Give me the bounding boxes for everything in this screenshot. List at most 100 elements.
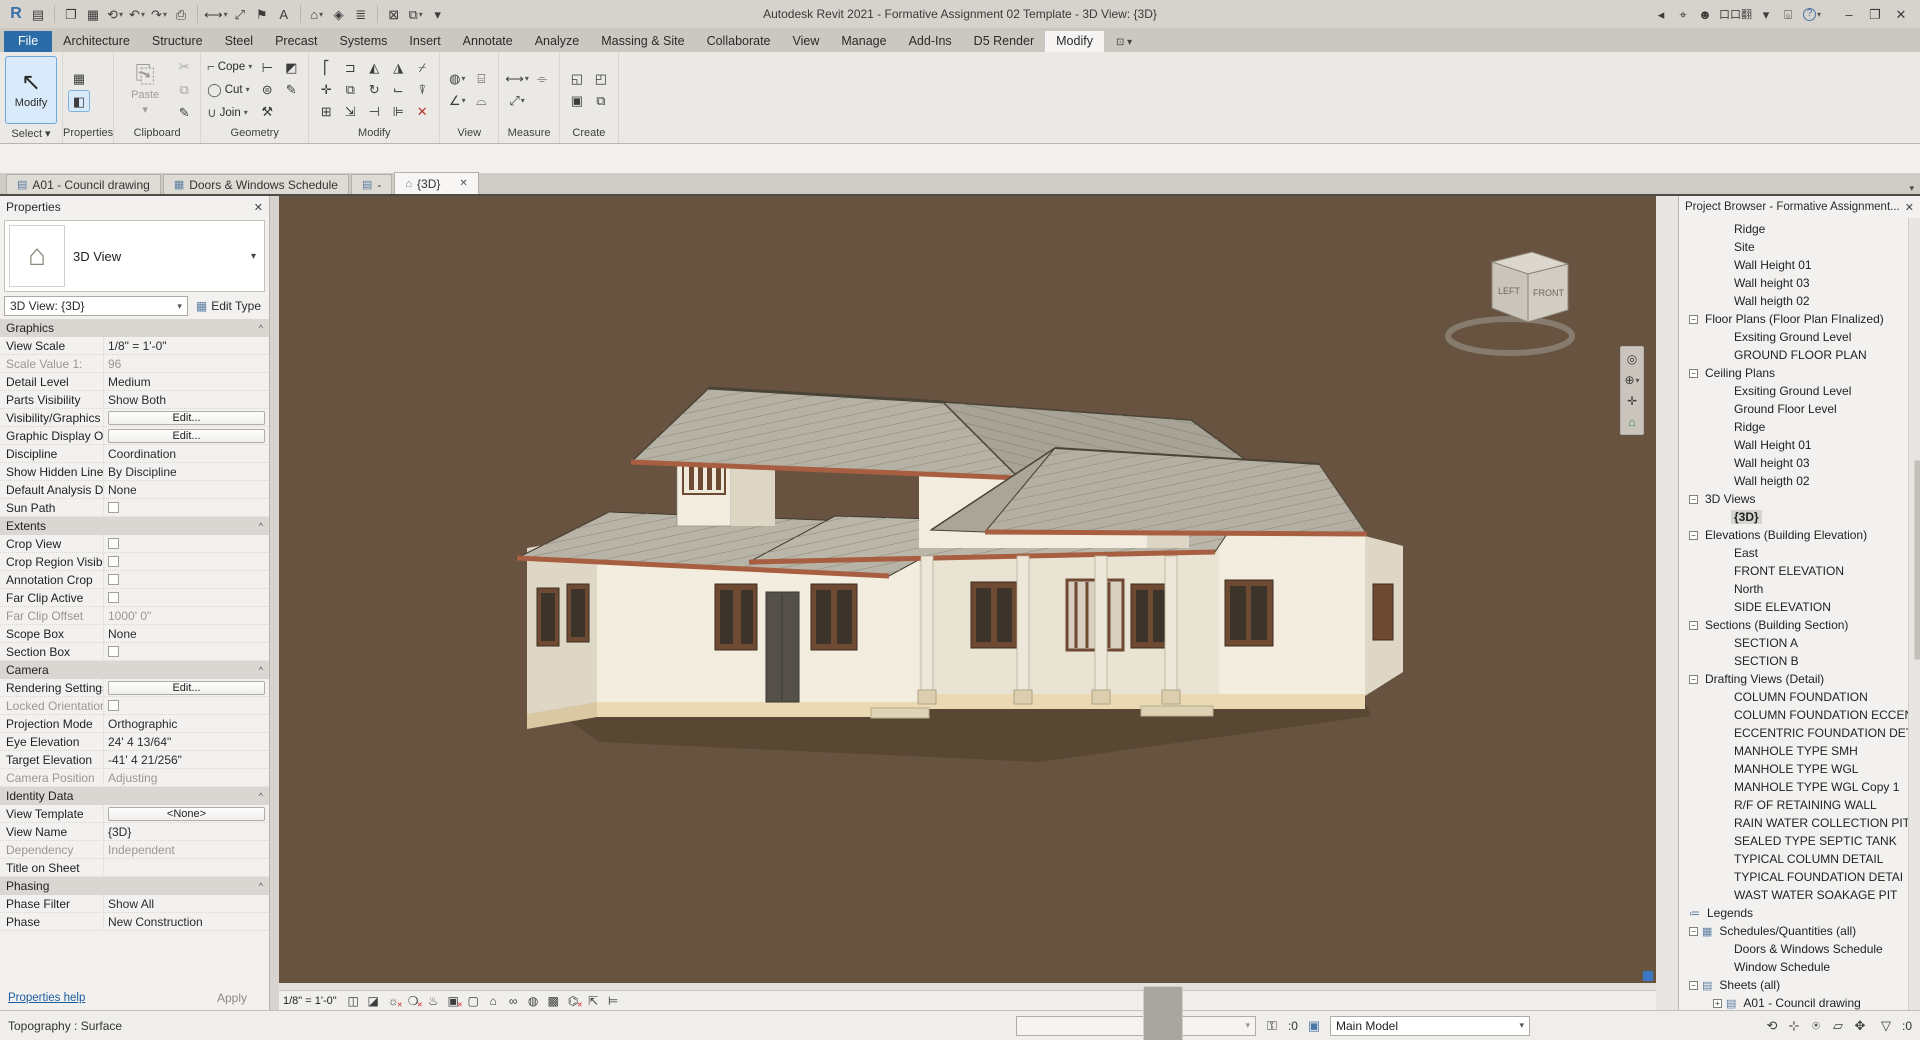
section-header[interactable]: Graphics^	[0, 319, 269, 337]
zoom-icon[interactable]: ⊕▾	[1623, 371, 1641, 389]
panel-label-measure[interactable]: Measure	[499, 127, 559, 143]
tree-item[interactable]: Wall height 03	[1679, 274, 1920, 292]
override-graphics-icon[interactable]: ⌸	[470, 69, 492, 89]
ribbon-tab-file[interactable]: File	[4, 31, 52, 52]
property-value[interactable]: Coordination	[108, 447, 176, 461]
checkbox[interactable]	[108, 538, 119, 549]
property-value[interactable]: Show Both	[108, 393, 166, 407]
property-value[interactable]: Orthographic	[108, 717, 177, 731]
document-tab[interactable]: ▦Doors & Windows Schedule	[163, 174, 349, 194]
linework-icon[interactable]: ∠▾	[446, 91, 468, 111]
create-group-icon[interactable]: ▣	[566, 91, 588, 111]
displacement-sets-icon[interactable]: ⇱	[584, 992, 603, 1009]
customize-qat-icon[interactable]: ▾	[428, 4, 448, 24]
active-workset-select[interactable]: ▾	[1016, 1016, 1256, 1036]
offset-icon[interactable]: ⊐	[339, 58, 361, 78]
tree-item[interactable]: −3D Views	[1679, 490, 1920, 508]
collapse-icon[interactable]: −	[1689, 675, 1698, 684]
ribbon-tab-modify[interactable]: Modify	[1045, 31, 1104, 52]
tree-item[interactable]: SEALED TYPE SEPTIC TANK	[1679, 832, 1920, 850]
property-value[interactable]: Independent	[108, 843, 175, 857]
edit-type-button[interactable]: ▦ Edit Type	[192, 298, 265, 314]
ribbon-tab-add-ins[interactable]: Add-Ins	[898, 31, 963, 52]
tree-item[interactable]: {3D}	[1679, 508, 1920, 526]
lock-orientation-icon[interactable]: ⌂	[484, 992, 503, 1009]
apply-button[interactable]: Apply	[203, 990, 261, 1006]
checkbox[interactable]	[108, 502, 119, 513]
app-store-icon[interactable]: ⌺	[1778, 4, 1798, 24]
type-properties-button[interactable]: ▦	[69, 68, 89, 88]
paint-icon[interactable]: ✎	[280, 80, 302, 100]
measure-icon[interactable]: ⟷▾	[204, 4, 228, 24]
aligned-dimension-icon[interactable]: ⤢	[230, 4, 250, 24]
tree-item[interactable]: ECCENTRIC FOUNDATION DET	[1679, 724, 1920, 742]
canvas-corner-grip[interactable]	[1643, 971, 1653, 981]
tree-item[interactable]: RAIN WATER COLLECTION PIT	[1679, 814, 1920, 832]
checkbox[interactable]	[108, 574, 119, 585]
tree-item[interactable]: East	[1679, 544, 1920, 562]
thin-lines-icon[interactable]: ≣	[351, 4, 371, 24]
editable-only-icon[interactable]: ⚿	[1262, 1016, 1282, 1036]
split-face-icon[interactable]: ⊜	[256, 80, 278, 100]
tree-item[interactable]: MANHOLE TYPE WGL Copy 1	[1679, 778, 1920, 796]
default-3d-view-icon[interactable]: ⌂▾	[307, 4, 327, 24]
trim-extend-multiple-icon[interactable]: ⊫	[387, 102, 409, 122]
tree-item[interactable]: +▤A01 - Council drawing	[1679, 994, 1920, 1010]
section-header[interactable]: Camera^	[0, 661, 269, 679]
property-value[interactable]: Adjusting	[108, 771, 157, 785]
property-value[interactable]: None	[108, 483, 137, 497]
doc-tab-overflow[interactable]: ▾	[1909, 183, 1914, 194]
section-header[interactable]: Extents^	[0, 517, 269, 535]
home-view-icon[interactable]: ⌂	[1623, 413, 1641, 431]
tree-item[interactable]: TYPICAL COLUMN DETAIL	[1679, 850, 1920, 868]
account-caret-icon[interactable]: ▾	[1756, 4, 1776, 24]
tree-item[interactable]: R/F OF RETAINING WALL	[1679, 796, 1920, 814]
panel-label-view[interactable]: View	[440, 127, 498, 143]
tag-by-category-icon[interactable]: ⚑	[252, 4, 272, 24]
property-value-button[interactable]: Edit...	[108, 411, 265, 425]
checkbox[interactable]	[108, 592, 119, 603]
tree-item[interactable]: −▤Sheets (all)	[1679, 976, 1920, 994]
measure-between-refs-icon[interactable]: ⟷▾	[505, 69, 529, 89]
design-options-select[interactable]: Main Model▾	[1330, 1016, 1530, 1036]
align-icon[interactable]: ⎡	[315, 58, 337, 78]
cope-button[interactable]: ⌐Cope▾	[207, 57, 252, 77]
select-by-face-icon[interactable]: ▱	[1828, 1016, 1848, 1036]
help-icon[interactable]: ?▾	[1802, 4, 1822, 24]
panel-splitter[interactable]	[270, 196, 279, 1010]
document-tab[interactable]: ▤A01 - Council drawing	[6, 174, 161, 194]
cut-profile-icon[interactable]: ⌓	[470, 91, 492, 111]
tree-item[interactable]: SECTION A	[1679, 634, 1920, 652]
ribbon-tab-massing-site[interactable]: Massing & Site	[590, 31, 695, 52]
property-value[interactable]: 1000' 0"	[108, 609, 151, 623]
demolish-icon[interactable]: ⚒	[256, 102, 278, 122]
tree-item[interactable]: Doors & Windows Schedule	[1679, 940, 1920, 958]
tree-item[interactable]: Wall Height 01	[1679, 436, 1920, 454]
scrollbar-thumb[interactable]	[1143, 986, 1183, 1040]
cut-geometry-button[interactable]: ◯Cut▾	[207, 80, 252, 100]
scale-icon[interactable]: ⇲	[339, 102, 361, 122]
trim-extend-single-icon[interactable]: ⊣	[363, 102, 385, 122]
dimension-aligned-icon[interactable]: ⤢▾	[505, 91, 529, 111]
drag-on-selection-icon[interactable]: ✥	[1850, 1016, 1870, 1036]
vertical-scrollbar[interactable]	[1908, 218, 1920, 1010]
property-value-button[interactable]: <None>	[108, 807, 265, 821]
type-selector[interactable]: ⌂ 3D View ▾	[4, 220, 265, 292]
ribbon-tab-analyze[interactable]: Analyze	[524, 31, 590, 52]
sync-with-central-icon[interactable]: ⟲▾	[105, 4, 125, 24]
checkbox[interactable]	[108, 700, 119, 711]
cut-to-clipboard-icon[interactable]: ✂	[174, 57, 194, 77]
delete-icon[interactable]: ✕	[411, 102, 433, 122]
create-parts-icon[interactable]: ◱	[566, 69, 588, 89]
create-similar-icon[interactable]: ⧉	[590, 91, 612, 111]
ribbon-tab-architecture[interactable]: Architecture	[52, 31, 141, 52]
tree-item[interactable]: GROUND FLOOR PLAN	[1679, 346, 1920, 364]
move-icon[interactable]: ✛	[315, 80, 337, 100]
tree-item[interactable]: ≔Legends	[1679, 904, 1920, 922]
navigation-wheel-icon[interactable]: ◎	[1623, 350, 1641, 368]
crop-view-icon[interactable]: ▣✕	[444, 992, 463, 1009]
tree-item[interactable]: MANHOLE TYPE WGL	[1679, 760, 1920, 778]
panel-label-modify[interactable]: Modify	[309, 127, 439, 143]
tree-item[interactable]: Wall Height 01	[1679, 256, 1920, 274]
collapse-icon[interactable]: −	[1689, 369, 1698, 378]
